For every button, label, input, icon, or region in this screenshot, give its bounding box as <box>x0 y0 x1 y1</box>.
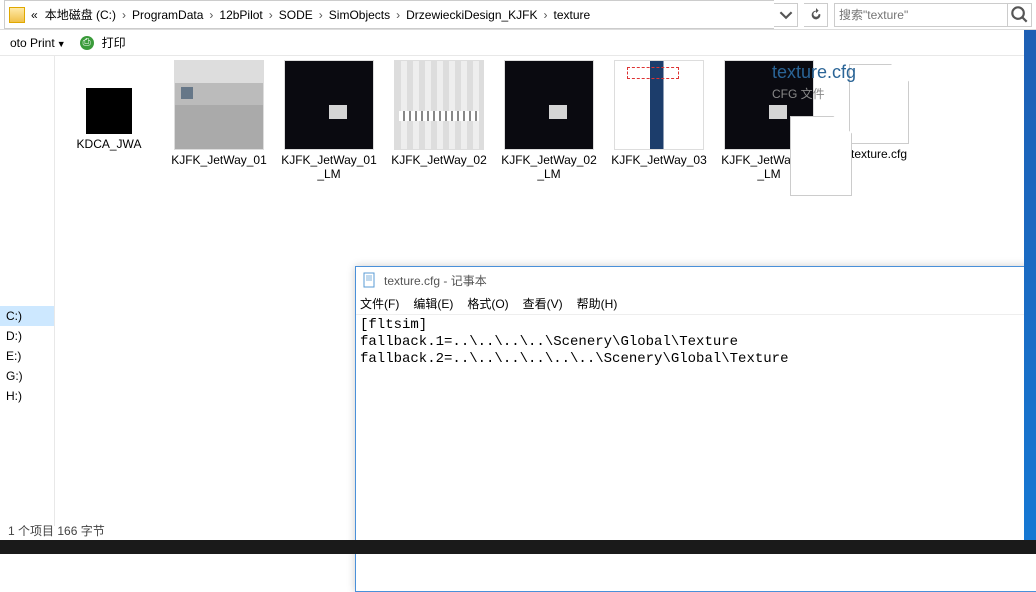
taskbar[interactable] <box>0 540 1036 554</box>
search-button[interactable] <box>1008 3 1032 27</box>
file-name-label: KJFK_JetWay_03 <box>609 153 709 167</box>
file-item[interactable]: KJFK_JetWay_01 <box>169 60 269 181</box>
chevron-right-icon: › <box>266 8 276 22</box>
file-item[interactable]: KDCA_JWA <box>59 60 159 181</box>
print-icon: ⎙ <box>80 36 94 50</box>
status-bar: 1 个项目 166 字节 <box>0 520 113 540</box>
file-name-label: KJFK_JetWay_01_LM <box>279 153 379 181</box>
menu-view[interactable]: 查看(V) <box>523 295 563 312</box>
menu-help[interactable]: 帮助(H) <box>577 295 618 312</box>
menu-file[interactable]: 文件(F) <box>360 295 399 312</box>
breadcrumb-item[interactable]: texture <box>551 6 594 24</box>
address-dropdown-button[interactable] <box>774 3 798 27</box>
address-bar: « 本地磁盘 (C:)› ProgramData› 12bPilot› SODE… <box>0 0 1036 30</box>
toolbar: oto Print▼ ⎙ 打印 <box>0 30 1036 56</box>
file-thumbnail <box>284 60 374 150</box>
search-input-container <box>834 3 1008 27</box>
chevron-right-icon: › <box>316 8 326 22</box>
file-thumbnail <box>394 60 484 150</box>
chevron-right-icon: › <box>541 8 551 22</box>
file-name-label: KJFK_JetWay_02_LM <box>499 153 599 181</box>
preview-filename: texture.cfg <box>772 62 1026 83</box>
chevron-right-icon: › <box>119 8 129 22</box>
breadcrumb-overflow[interactable]: « <box>31 8 38 22</box>
refresh-button[interactable] <box>804 3 828 27</box>
nav-drive-g[interactable]: G:) <box>0 366 54 386</box>
file-item[interactable]: KJFK_JetWay_03 <box>609 60 709 181</box>
file-view: KDCA_JWA KJFK_JetWay_01 KJFK_JetWay_01_LM K… <box>55 56 1036 526</box>
folder-icon <box>9 7 25 23</box>
nav-pane: C:) D:) E:) G:) H:) <box>0 56 55 526</box>
menu-edit[interactable]: 编辑(E) <box>413 295 453 312</box>
nav-drive-d[interactable]: D:) <box>0 326 54 346</box>
file-item[interactable]: KJFK_JetWay_02_LM <box>499 60 599 181</box>
file-thumbnail <box>174 60 264 150</box>
breadcrumb-item[interactable]: DrzewieckiDesign_KJFK <box>403 6 540 24</box>
search-input[interactable] <box>839 8 1003 22</box>
file-thumbnail <box>614 60 704 150</box>
nav-drive-h[interactable]: H:) <box>0 386 54 406</box>
chevron-right-icon: › <box>393 8 403 22</box>
notepad-title-text: texture.cfg - 记事本 <box>384 272 487 289</box>
file-name-label: KDCA_JWA <box>59 137 159 151</box>
menu-format[interactable]: 格式(O) <box>467 295 508 312</box>
print-button[interactable]: 打印 <box>98 32 130 53</box>
notepad-titlebar[interactable]: texture.cfg - 记事本 <box>356 267 1036 293</box>
photo-print-button[interactable]: oto Print▼ <box>6 34 70 52</box>
file-item[interactable]: KJFK_JetWay_02 <box>389 60 489 181</box>
chevron-right-icon: › <box>206 8 216 22</box>
nav-drive-e[interactable]: E:) <box>0 346 54 366</box>
notepad-text-area[interactable]: [fltsim] fallback.1=..\..\..\..\Scenery\… <box>356 315 1036 370</box>
desktop-edge <box>1024 30 1036 540</box>
file-thumbnail <box>86 88 132 134</box>
breadcrumb-item[interactable]: SODE <box>276 6 316 24</box>
nav-drive-c[interactable]: C:) <box>0 306 54 326</box>
breadcrumb-item[interactable]: SimObjects <box>326 6 393 24</box>
breadcrumb-item[interactable]: ProgramData <box>129 6 206 24</box>
breadcrumb-item[interactable]: 本地磁盘 (C:) <box>42 4 119 25</box>
file-name-label: KJFK_JetWay_01 <box>169 153 269 167</box>
file-item[interactable]: KJFK_JetWay_01_LM <box>279 60 379 181</box>
breadcrumb[interactable]: « 本地磁盘 (C:)› ProgramData› 12bPilot› SODE… <box>4 0 774 29</box>
document-icon <box>790 116 852 196</box>
main-area: C:) D:) E:) G:) H:) KDCA_JWA KJFK_JetWay_… <box>0 56 1036 526</box>
file-name-label: KJFK_JetWay_02 <box>389 153 489 167</box>
breadcrumb-item[interactable]: 12bPilot <box>216 6 265 24</box>
file-thumbnail <box>504 60 594 150</box>
notepad-icon <box>362 272 378 288</box>
preview-filetype: CFG 文件 <box>772 85 1026 102</box>
preview-pane: texture.cfg CFG 文件 <box>762 56 1036 196</box>
notepad-menubar: 文件(F) 编辑(E) 格式(O) 查看(V) 帮助(H) <box>356 293 1036 315</box>
